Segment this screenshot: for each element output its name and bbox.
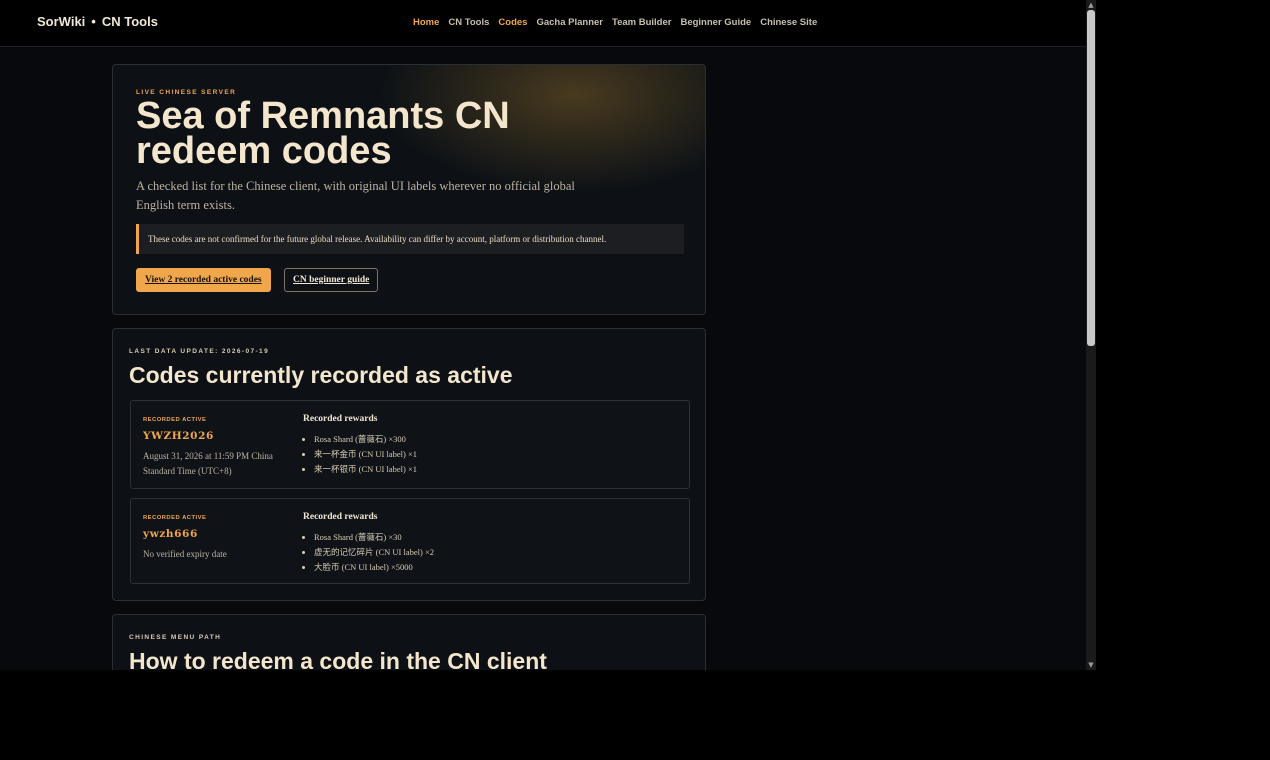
vertical-scrollbar[interactable]: ▲ ▼ xyxy=(1086,0,1096,670)
hero-lead: A checked list for the Chinese client, w… xyxy=(136,179,575,212)
reward-item: 来一杯金币 (CN UI label) ×1 xyxy=(314,447,417,462)
site-brand[interactable]: SorWiki • CN Tools xyxy=(37,14,158,29)
code-entry: RECORDED ACTIVE YWZH2026 August 31, 2026… xyxy=(130,400,690,489)
nav-team-builder[interactable]: Team Builder xyxy=(612,17,671,28)
rewards-list: Rosa Shard (蔷薇石) ×30 虚无的记忆碎片 (CN UI labe… xyxy=(303,530,434,575)
view-active-codes-button[interactable]: View 2 recorded active codes xyxy=(136,268,271,292)
redeem-code[interactable]: YWZH2026 xyxy=(143,430,214,442)
nav-chinese-site[interactable]: Chinese Site xyxy=(760,17,817,28)
code-status-badge: RECORDED ACTIVE xyxy=(143,417,207,423)
how-to-redeem-section: CHINESE MENU PATH How to redeem a code i… xyxy=(112,614,706,670)
code-status-badge: RECORDED ACTIVE xyxy=(143,515,207,521)
top-navigation-bar: SorWiki • CN Tools Home CN Tools Codes Gac… xyxy=(0,0,1086,47)
brand-name: SorWiki xyxy=(37,14,86,29)
redeem-code[interactable]: ywzh666 xyxy=(143,528,198,540)
page-title: Sea of Remnants CN redeem codes xyxy=(136,95,510,172)
cn-beginner-guide-button[interactable]: CN beginner guide xyxy=(284,268,379,292)
rewards-list: Rosa Shard (蔷薇石) ×300 来一杯金币 (CN UI label… xyxy=(303,432,417,477)
reward-item: 虚无的记忆碎片 (CN UI label) ×2 xyxy=(314,545,434,560)
nav-beginner-guide[interactable]: Beginner Guide xyxy=(680,17,751,28)
code-expiry: August 31, 2026 at 11:59 PM China Standa… xyxy=(143,451,273,476)
scroll-up-arrow-icon[interactable]: ▲ xyxy=(1086,0,1096,10)
reward-item: 大脸币 (CN UI label) ×5000 xyxy=(314,560,434,575)
rewards-heading: Recorded rewards xyxy=(303,414,378,424)
active-codes-title: Codes currently recorded as active xyxy=(129,362,513,388)
nav-home[interactable]: Home xyxy=(413,17,439,28)
reward-item: 来一杯银币 (CN UI label) ×1 xyxy=(314,462,417,477)
reward-item: Rosa Shard (蔷薇石) ×30 xyxy=(314,530,434,545)
scrollbar-thumb[interactable] xyxy=(1087,10,1095,346)
main-nav: Home CN Tools Codes Gacha Planner Team B… xyxy=(413,17,817,28)
nav-gacha-planner[interactable]: Gacha Planner xyxy=(536,17,603,28)
brand-separator: • xyxy=(91,14,96,29)
global-release-notice: These codes are not confirmed for the fu… xyxy=(136,224,684,254)
hero-card: LIVE CHINESE SERVER Sea of Remnants CN r… xyxy=(112,64,706,315)
code-entry: RECORDED ACTIVE ywzh666 No verified expi… xyxy=(130,498,690,584)
nav-codes[interactable]: Codes xyxy=(498,17,527,28)
last-update-label: LAST DATA UPDATE: 2026-07-19 xyxy=(129,348,270,355)
active-codes-section: LAST DATA UPDATE: 2026-07-19 Codes curre… xyxy=(112,328,706,601)
nav-cn-tools[interactable]: CN Tools xyxy=(448,17,489,28)
howto-eyebrow: CHINESE MENU PATH xyxy=(129,634,222,641)
reward-item: Rosa Shard (蔷薇石) ×300 xyxy=(314,432,417,447)
code-expiry: No verified expiry date xyxy=(143,549,227,559)
scroll-down-arrow-icon[interactable]: ▼ xyxy=(1086,660,1096,670)
howto-title: How to redeem a code in the CN client xyxy=(129,648,547,670)
brand-suffix: CN Tools xyxy=(101,14,158,29)
rewards-heading: Recorded rewards xyxy=(303,512,378,522)
browser-viewport: SorWiki • CN Tools Home CN Tools Codes Gac… xyxy=(0,0,1086,670)
